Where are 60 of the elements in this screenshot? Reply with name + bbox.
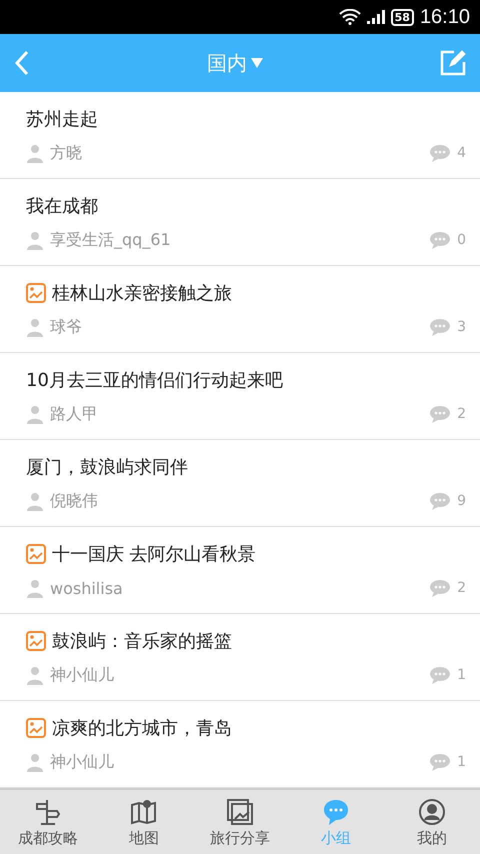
post-author: 路人甲 [50, 404, 99, 424]
post-author: 神小仙儿 [50, 752, 115, 772]
post-title: 十一国庆 去阿尔山看秋景 [52, 543, 256, 566]
back-button[interactable] [14, 50, 30, 76]
compose-button[interactable] [440, 50, 466, 76]
comment-icon [429, 318, 452, 336]
comment-count: 0 [457, 232, 466, 248]
post-title: 凉爽的北方城市，青岛 [52, 716, 232, 740]
battery-level: 58 [390, 8, 414, 26]
clock: 16:10 [420, 6, 470, 28]
post-item[interactable]: 苏州走起 方晓 4 [0, 92, 480, 179]
comment-icon [429, 144, 452, 162]
comment-count: 1 [457, 754, 466, 770]
post-item[interactable]: 厦门，鼓浪屿求同伴 倪晓伟 9 [0, 440, 480, 527]
profile-icon [417, 796, 447, 826]
user-icon [26, 491, 44, 511]
picture-icon [225, 796, 255, 826]
post-author: 球爷 [50, 316, 83, 338]
post-title: 我在成都 [26, 194, 98, 218]
comment-count: 2 [457, 406, 466, 422]
nav-tab[interactable]: 地图 [96, 790, 192, 854]
user-icon [26, 752, 44, 772]
comment-icon [429, 753, 452, 771]
post-title: 鼓浪屿：音乐家的摇篮 [52, 630, 232, 652]
comment-count: 4 [457, 145, 466, 161]
comment-icon [429, 579, 452, 597]
comment-count: 3 [457, 319, 466, 335]
comment-count: 2 [457, 580, 466, 596]
caret-icon [251, 58, 263, 68]
post-author: 倪晓伟 [50, 490, 99, 512]
post-item[interactable]: 桂林山水亲密接触之旅 球爷 3 [0, 266, 480, 353]
post-title: 桂林山水亲密接触之旅 [52, 282, 232, 304]
user-icon [26, 578, 44, 598]
comment-icon [429, 231, 452, 249]
user-icon [26, 404, 44, 424]
user-icon [26, 143, 44, 163]
comment-icon [429, 405, 452, 423]
post-item[interactable]: 我在成都 享受生活_qq_61 0 [0, 179, 480, 266]
wifi-icon [338, 9, 361, 25]
post-title: 10月去三亚的情侣们行动起来吧 [26, 368, 283, 392]
nav-tab[interactable]: 我的 [384, 790, 480, 854]
post-item[interactable]: 10月去三亚的情侣们行动起来吧 路人甲 2 [0, 353, 480, 440]
nav-tab[interactable]: 旅行分享 [192, 790, 288, 854]
post-title: 厦门，鼓浪屿求同伴 [26, 456, 188, 478]
post-item[interactable]: 鼓浪屿：音乐家的摇篮 神小仙儿 1 [0, 614, 480, 701]
post-author: woshilisa [50, 578, 124, 598]
post-author: 享受生活_qq_61 [50, 230, 172, 250]
comment-icon [429, 666, 452, 684]
signal-icon [366, 10, 385, 24]
user-icon [26, 230, 44, 250]
post-author: 方晓 [50, 142, 83, 164]
nav-tab[interactable]: 成都攻略 [0, 790, 96, 854]
post-author: 神小仙儿 [50, 664, 115, 686]
comment-icon [429, 492, 452, 510]
user-icon [26, 317, 44, 337]
post-title: 苏州走起 [26, 108, 98, 130]
post-item[interactable]: 十一国庆 去阿尔山看秋景 woshilisa 2 [0, 527, 480, 614]
comment-count: 9 [457, 493, 466, 509]
user-icon [26, 665, 44, 685]
comment-count: 1 [457, 667, 466, 683]
